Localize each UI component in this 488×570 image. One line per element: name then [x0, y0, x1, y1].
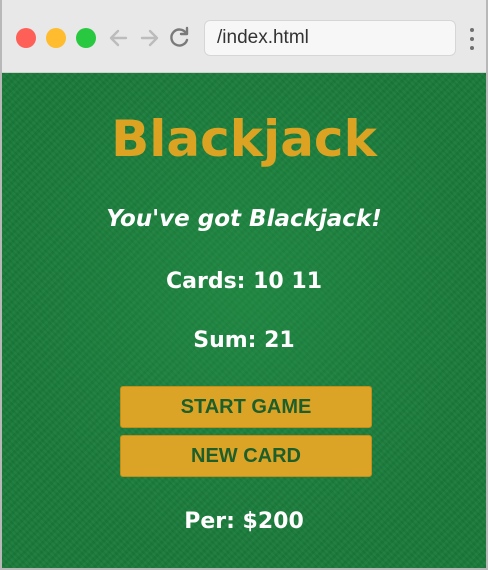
address-bar[interactable]: /index.html	[204, 20, 456, 56]
browser-window: /index.html Blackjack You've got Blackja…	[0, 0, 488, 570]
minimize-window-icon[interactable]	[46, 28, 66, 48]
close-window-icon[interactable]	[16, 28, 36, 48]
back-arrow-icon[interactable]	[106, 24, 132, 52]
game-title: Blackjack	[111, 110, 377, 168]
maximize-window-icon[interactable]	[76, 28, 96, 48]
game-table: Blackjack You've got Blackjack! Cards: 1…	[2, 73, 486, 568]
game-message: You've got Blackjack!	[106, 206, 382, 232]
sum-display: Sum: 21	[193, 328, 295, 353]
cards-display: Cards: 10 11	[165, 269, 323, 294]
reload-icon[interactable]	[166, 24, 192, 52]
browser-toolbar: /index.html	[2, 0, 486, 73]
start-game-button[interactable]: START GAME	[120, 386, 372, 428]
player-chips: Per: $200	[184, 509, 304, 534]
forward-arrow-icon[interactable]	[136, 24, 162, 52]
new-card-button[interactable]: NEW CARD	[120, 435, 372, 477]
kebab-menu-icon[interactable]	[468, 26, 476, 52]
